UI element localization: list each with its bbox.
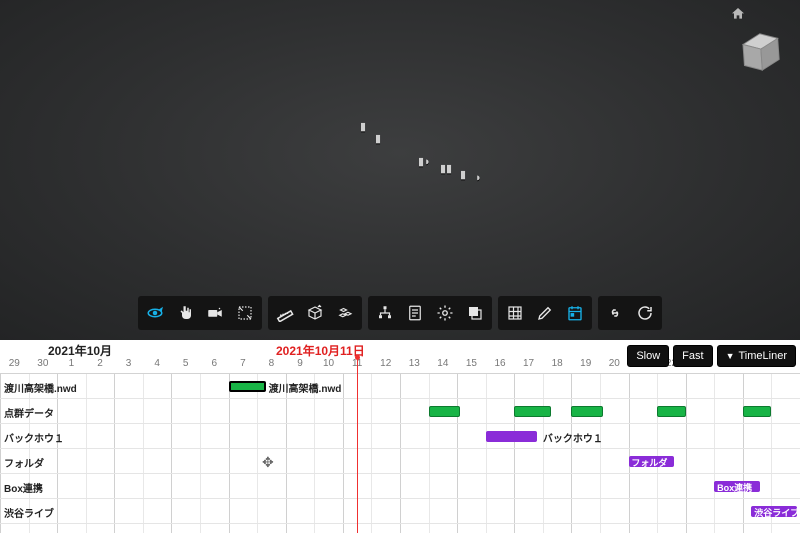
task-bar-label: フォルダ bbox=[631, 456, 667, 469]
timeliner-dropdown[interactable]: ▼ TimeLiner bbox=[717, 345, 796, 367]
row-label: フォルダ bbox=[4, 455, 44, 470]
day-tick: 3 bbox=[126, 358, 132, 369]
row-label: 渋谷ライブ bbox=[4, 505, 54, 520]
day-tick: 6 bbox=[212, 358, 218, 369]
day-tick: 10 bbox=[323, 358, 334, 369]
day-tick: 9 bbox=[297, 358, 303, 369]
slow-button[interactable]: Slow bbox=[627, 345, 669, 367]
day-tick: 17 bbox=[523, 358, 534, 369]
fit-button[interactable] bbox=[231, 299, 259, 327]
task-bar[interactable] bbox=[429, 406, 460, 417]
viewer-toolbar bbox=[138, 296, 662, 330]
model-viewport[interactable]: ▮ ▮ ▮◗ ▮▮ ▮ ◗ bbox=[0, 0, 800, 340]
view-cube[interactable] bbox=[730, 17, 792, 85]
section-button[interactable] bbox=[301, 299, 329, 327]
scene-object: ▮ bbox=[460, 168, 466, 181]
task-bar-label: Box連携 bbox=[717, 481, 752, 494]
day-tick: 15 bbox=[466, 358, 477, 369]
row-label: 渡川高架橋.nwd bbox=[4, 380, 77, 395]
timeline-row: バックホウ１ バックホウ１ bbox=[0, 424, 800, 449]
link-button[interactable] bbox=[601, 299, 629, 327]
pan-button[interactable] bbox=[171, 299, 199, 327]
timeline-row: Box連携 Box連携 bbox=[0, 474, 800, 499]
row-label: 点群データ bbox=[4, 405, 54, 420]
task-bar[interactable] bbox=[229, 381, 266, 392]
chevron-down-icon: ▼ bbox=[726, 351, 735, 361]
day-tick: 16 bbox=[494, 358, 505, 369]
layers-button[interactable] bbox=[461, 299, 489, 327]
timeline-rows: 渡川高架橋.nwd渡川高架橋.nwd点群データバックホウ１バックホウ１フォルダフ… bbox=[0, 374, 800, 533]
pencil-button[interactable] bbox=[531, 299, 559, 327]
orbit-button[interactable] bbox=[141, 299, 169, 327]
timeline-row: 点群データ bbox=[0, 399, 800, 424]
day-tick: 13 bbox=[409, 358, 420, 369]
model-tree-button[interactable] bbox=[371, 299, 399, 327]
task-bar[interactable] bbox=[743, 406, 772, 417]
timeline-month-label: 2021年10月 bbox=[48, 342, 112, 359]
explode-button[interactable] bbox=[331, 299, 359, 327]
scene-object: ◗ bbox=[475, 172, 482, 184]
timeline-panel: Slow Fast ▼ TimeLiner 2021年10月 2021年10月1… bbox=[0, 340, 800, 533]
measure-button[interactable] bbox=[271, 299, 299, 327]
fast-button[interactable]: Fast bbox=[673, 345, 712, 367]
settings-button[interactable] bbox=[431, 299, 459, 327]
task-bar[interactable] bbox=[657, 406, 686, 417]
day-tick: 18 bbox=[552, 358, 563, 369]
day-tick: 19 bbox=[580, 358, 591, 369]
day-tick: 12 bbox=[380, 358, 391, 369]
scene-object: ▮◗ bbox=[418, 155, 431, 168]
day-tick: 14 bbox=[437, 358, 448, 369]
day-tick: 7 bbox=[240, 358, 246, 369]
scene-object: ▮▮ bbox=[440, 162, 452, 175]
scene-object: ▮ bbox=[375, 132, 381, 145]
calendar-button[interactable] bbox=[561, 299, 589, 327]
move-cursor-icon: ✥ bbox=[262, 454, 274, 471]
timeline-row: 渋谷ライブ 渋谷ライブ bbox=[0, 499, 800, 524]
timeline-date-label: 2021年10月11日 bbox=[276, 342, 365, 359]
timeline-row: フォルダ フォルダ bbox=[0, 449, 800, 474]
scene-object: ▮ bbox=[360, 120, 366, 133]
day-tick: 5 bbox=[183, 358, 189, 369]
day-tick: 4 bbox=[154, 358, 160, 369]
day-tick: 20 bbox=[609, 358, 620, 369]
timeline-playhead[interactable] bbox=[357, 358, 358, 533]
home-icon[interactable] bbox=[730, 6, 746, 25]
task-bar-label: 渡川高架橋.nwd bbox=[269, 380, 342, 395]
row-label: バックホウ１ bbox=[4, 430, 64, 445]
day-tick: 2 bbox=[97, 358, 103, 369]
task-bar[interactable] bbox=[486, 431, 537, 442]
task-bar[interactable] bbox=[571, 406, 602, 417]
task-bar[interactable] bbox=[514, 406, 551, 417]
day-tick: 30 bbox=[37, 358, 48, 369]
timeline-controls: Slow Fast ▼ TimeLiner bbox=[627, 345, 796, 367]
day-tick: 8 bbox=[269, 358, 275, 369]
day-tick: 1 bbox=[69, 358, 75, 369]
row-label: Box連携 bbox=[4, 480, 43, 495]
camera-button[interactable] bbox=[201, 299, 229, 327]
task-bar-label: 渋谷ライブ bbox=[754, 506, 799, 519]
grid-icon-button[interactable] bbox=[501, 299, 529, 327]
timeline-row: 渡川高架橋.nwd 渡川高架橋.nwd bbox=[0, 374, 800, 399]
task-bar-label: バックホウ１ bbox=[543, 430, 603, 445]
properties-button[interactable] bbox=[401, 299, 429, 327]
refresh-button[interactable] bbox=[631, 299, 659, 327]
day-tick: 29 bbox=[9, 358, 20, 369]
